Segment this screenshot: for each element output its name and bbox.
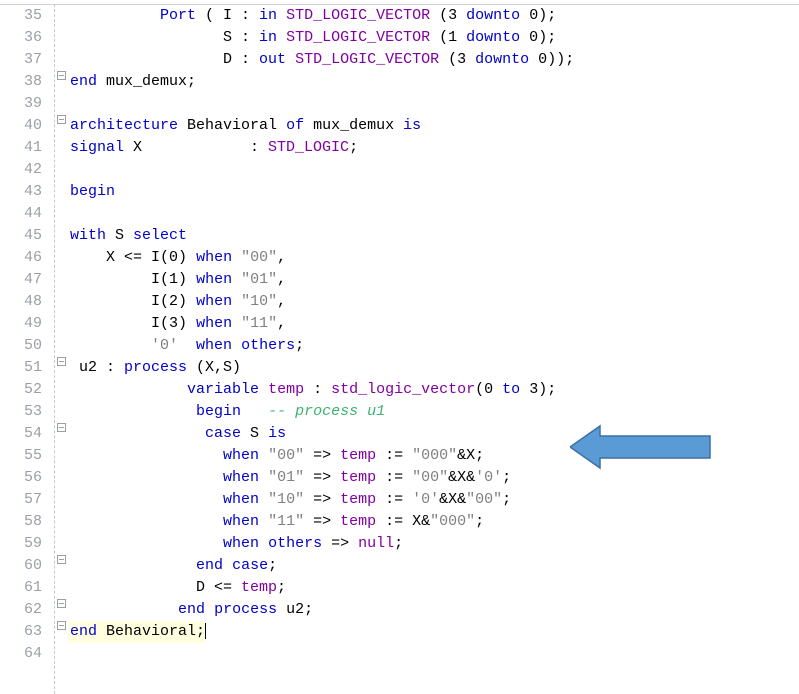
code-text[interactable]: begin: [68, 181, 115, 203]
code-line[interactable]: 49 I(3) when "11",: [0, 313, 799, 335]
fold-guide: [54, 4, 56, 694]
code-text[interactable]: signal X : STD_LOGIC;: [68, 137, 358, 159]
code-line[interactable]: 57 when "10" => temp := '0'&X&"00";: [0, 489, 799, 511]
gutter-line-number: 63: [0, 621, 46, 643]
code-text[interactable]: I(2) when "10",: [68, 291, 286, 313]
gutter-line-number: 37: [0, 49, 46, 71]
code-text[interactable]: when others => null;: [68, 533, 403, 555]
gutter-line-number: 45: [0, 225, 46, 247]
code-line[interactable]: 62 end process u2;: [0, 599, 799, 621]
fold-marker-icon[interactable]: [54, 357, 68, 366]
gutter-line-number: 47: [0, 269, 46, 291]
code-line[interactable]: 58 when "11" => temp := X&"000";: [0, 511, 799, 533]
gutter-line-number: 52: [0, 379, 46, 401]
code-line[interactable]: 41 signal X : STD_LOGIC;: [0, 137, 799, 159]
code-line[interactable]: 46 X <= I(0) when "00",: [0, 247, 799, 269]
code-line[interactable]: 63 end Behavioral;: [0, 621, 799, 643]
code-text[interactable]: '0' when others;: [68, 335, 304, 357]
code-line[interactable]: 44: [0, 203, 799, 225]
code-text[interactable]: X <= I(0) when "00",: [68, 247, 286, 269]
fold-marker-icon[interactable]: [54, 599, 68, 608]
code-line[interactable]: 47 I(1) when "01",: [0, 269, 799, 291]
gutter-line-number: 42: [0, 159, 46, 181]
gutter-line-number: 55: [0, 445, 46, 467]
gutter-line-number: 60: [0, 555, 46, 577]
code-line[interactable]: 61 D <= temp;: [0, 577, 799, 599]
gutter-line-number: 36: [0, 27, 46, 49]
code-line[interactable]: 59 when others => null;: [0, 533, 799, 555]
gutter-line-number: 40: [0, 115, 46, 137]
code-line[interactable]: 36 S : in STD_LOGIC_VECTOR (1 downto 0);: [0, 27, 799, 49]
text-cursor: [205, 623, 206, 639]
gutter-line-number: 48: [0, 291, 46, 313]
code-text[interactable]: S : in STD_LOGIC_VECTOR (1 downto 0);: [68, 27, 556, 49]
code-text[interactable]: end Behavioral;: [68, 621, 206, 643]
code-text[interactable]: I(3) when "11",: [68, 313, 286, 335]
gutter-line-number: 53: [0, 401, 46, 423]
code-text[interactable]: when "00" => temp := "000"&X;: [68, 445, 484, 467]
code-text[interactable]: u2 : process (X,S): [68, 357, 241, 379]
code-line[interactable]: 50 '0' when others;: [0, 335, 799, 357]
code-line[interactable]: 40 architecture Behavioral of mux_demux i…: [0, 115, 799, 137]
code-text[interactable]: begin -- process u1: [68, 401, 385, 423]
code-text[interactable]: D : out STD_LOGIC_VECTOR (3 downto 0));: [68, 49, 574, 71]
code-line[interactable]: 42: [0, 159, 799, 181]
gutter-line-number: 41: [0, 137, 46, 159]
code-line[interactable]: 39: [0, 93, 799, 115]
code-line[interactable]: 60 end case;: [0, 555, 799, 577]
code-text[interactable]: when "01" => temp := "00"&X&'0';: [68, 467, 511, 489]
gutter-line-number: 39: [0, 93, 46, 115]
gutter-line-number: 44: [0, 203, 46, 225]
code-line[interactable]: 35 Port ( I : in STD_LOGIC_VECTOR (3 dow…: [0, 4, 799, 27]
code-text[interactable]: I(1) when "01",: [68, 269, 286, 291]
code-line[interactable]: 38 end mux_demux;: [0, 71, 799, 93]
code-text[interactable]: when "10" => temp := '0'&X&"00";: [68, 489, 511, 511]
fold-marker-icon[interactable]: [54, 621, 68, 630]
code-text[interactable]: end process u2;: [68, 599, 313, 621]
gutter-line-number: 50: [0, 335, 46, 357]
fold-marker-icon[interactable]: [54, 115, 68, 124]
code-editor: { "lines":[ {"num":35,"mark":"bar","segs…: [0, 0, 799, 694]
gutter-line-number: 56: [0, 467, 46, 489]
code-text[interactable]: variable temp : std_logic_vector(0 to 3)…: [68, 379, 556, 401]
fold-marker-icon[interactable]: [54, 423, 68, 432]
code-text[interactable]: D <= temp;: [68, 577, 286, 599]
gutter-line-number: 43: [0, 181, 46, 203]
code-text[interactable]: case S is: [68, 423, 286, 445]
code-line[interactable]: 48 I(2) when "10",: [0, 291, 799, 313]
gutter-line-number: 49: [0, 313, 46, 335]
gutter-line-number: 38: [0, 71, 46, 93]
code-line[interactable]: 37 D : out STD_LOGIC_VECTOR (3 downto 0)…: [0, 49, 799, 71]
fold-marker-icon[interactable]: [54, 71, 68, 80]
gutter-line-number: 57: [0, 489, 46, 511]
annotation-arrow-icon: [570, 420, 720, 474]
code-text[interactable]: end mux_demux;: [68, 71, 196, 93]
gutter-line-number: 54: [0, 423, 46, 445]
gutter-line-number: 61: [0, 577, 46, 599]
code-text[interactable]: Port ( I : in STD_LOGIC_VECTOR (3 downto…: [68, 5, 556, 27]
code-line-truncated: 64: [0, 643, 799, 665]
fold-marker-icon[interactable]: [54, 555, 68, 564]
gutter-line-number: 59: [0, 533, 46, 555]
gutter-line-number: 51: [0, 357, 46, 379]
code-body[interactable]: 35 Port ( I : in STD_LOGIC_VECTOR (3 dow…: [0, 4, 799, 665]
code-line[interactable]: 51 u2 : process (X,S): [0, 357, 799, 379]
code-text[interactable]: with S select: [68, 225, 187, 247]
gutter-line-number: 58: [0, 511, 46, 533]
code-text[interactable]: when "11" => temp := X&"000";: [68, 511, 484, 533]
gutter-line-number: 62: [0, 599, 46, 621]
gutter-line-number: 46: [0, 247, 46, 269]
code-text[interactable]: end case;: [68, 555, 277, 577]
code-line[interactable]: 52 variable temp : std_logic_vector(0 to…: [0, 379, 799, 401]
code-line[interactable]: 45 with S select: [0, 225, 799, 247]
gutter-line-number: 35: [0, 5, 46, 27]
code-text[interactable]: architecture Behavioral of mux_demux is: [68, 115, 421, 137]
code-line[interactable]: 43 begin: [0, 181, 799, 203]
